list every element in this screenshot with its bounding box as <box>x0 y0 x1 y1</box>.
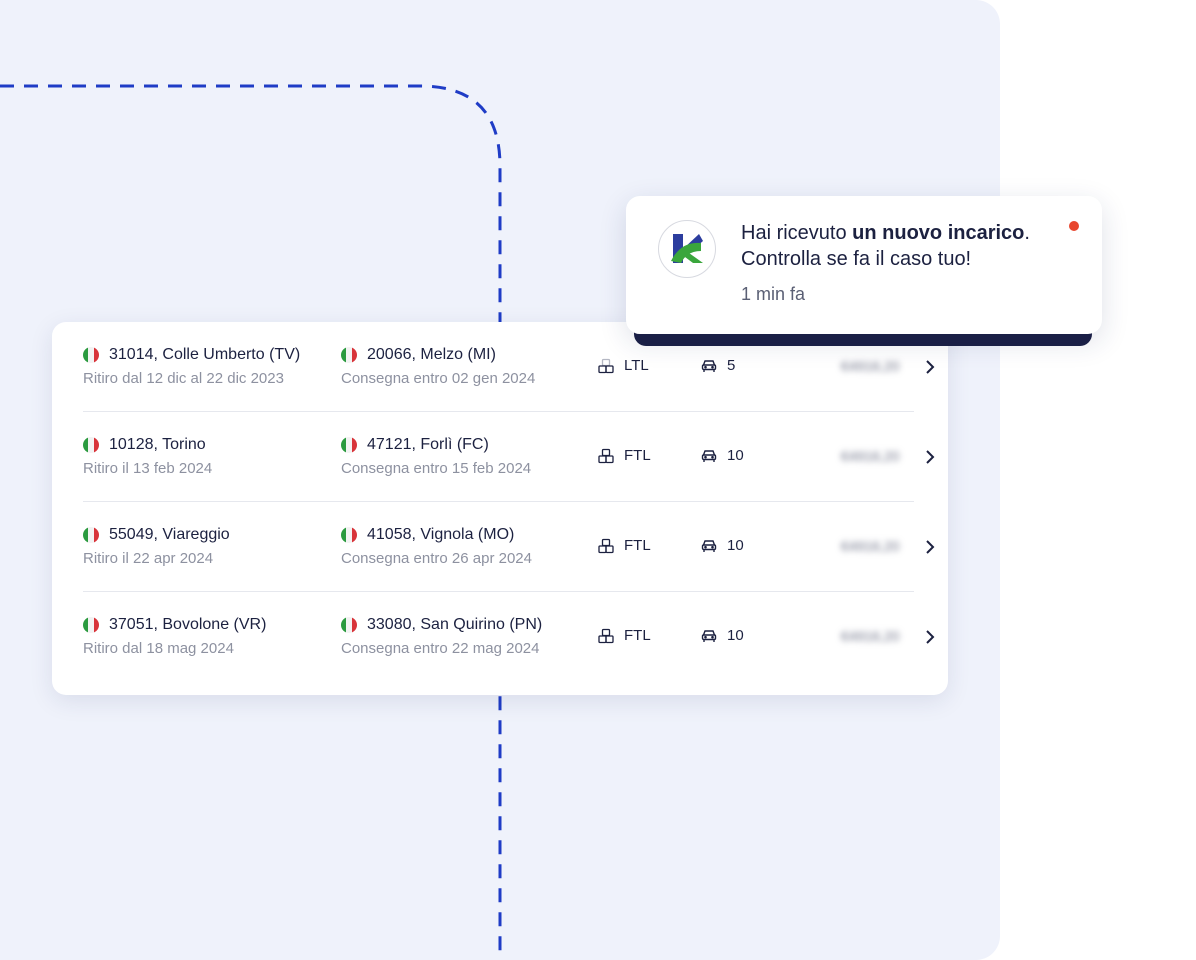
destination-cell: 47121, Forlì (FC) Consegna entro 15 feb … <box>341 434 531 477</box>
destination-place: 41058, Vignola (MO) <box>367 526 515 543</box>
chevron-right-icon[interactable] <box>923 448 937 466</box>
delivery-date: Consegna entro 26 apr 2024 <box>341 550 532 567</box>
destination-cell: 20066, Melzo (MI) Consegna entro 02 gen … <box>341 344 535 387</box>
destination-place: 33080, San Quirino (PN) <box>367 616 543 633</box>
chevron-right-icon[interactable] <box>923 538 937 556</box>
origin-cell: 10128, Torino Ritiro il 13 feb 2024 <box>83 434 212 477</box>
shipment-row[interactable]: 37051, Bovolone (VR) Ritiro dal 18 mag 2… <box>83 592 935 682</box>
italy-flag-icon <box>341 437 357 453</box>
boxes-full-icon <box>598 628 614 643</box>
load-type-label: FTL <box>624 627 651 644</box>
italy-flag-icon <box>83 347 99 363</box>
vehicle-count-value: 10 <box>727 447 744 464</box>
vehicle-count: 10 <box>701 447 744 464</box>
vehicle-count: 10 <box>701 537 744 554</box>
italy-flag-icon <box>341 347 357 363</box>
vehicle-count-value: 10 <box>727 627 744 644</box>
pickup-date: Ritiro il 22 apr 2024 <box>83 550 214 567</box>
origin-place: 31014, Colle Umberto (TV) <box>109 346 301 363</box>
car-icon <box>701 629 717 642</box>
load-type: FTL <box>598 447 651 464</box>
italy-flag-icon <box>341 527 357 543</box>
chevron-right-icon[interactable] <box>923 358 937 376</box>
price-blurred: €4916,20 <box>841 538 900 554</box>
message-text-start: Hai ricevuto <box>741 222 853 244</box>
destination-cell: 33080, San Quirino (PN) Consegna entro 2… <box>341 614 542 657</box>
chevron-right-icon[interactable] <box>923 628 937 646</box>
vehicle-count-value: 5 <box>727 357 736 374</box>
car-icon <box>701 449 717 462</box>
message-highlight: un nuovo incarico <box>852 222 1025 244</box>
shipment-list: 31014, Colle Umberto (TV) Ritiro dal 12 … <box>52 322 948 695</box>
shipment-row[interactable]: 55049, Viareggio Ritiro il 22 apr 2024 4… <box>83 502 935 592</box>
vehicle-count: 5 <box>701 357 735 374</box>
load-type-label: FTL <box>624 537 651 554</box>
notification-toast[interactable]: Hai ricevuto un nuovo incarico. Controll… <box>626 196 1102 334</box>
car-icon <box>701 359 717 372</box>
vehicle-count-value: 10 <box>727 537 744 554</box>
italy-flag-icon <box>83 527 99 543</box>
pickup-date: Ritiro dal 18 mag 2024 <box>83 640 234 657</box>
car-icon <box>701 539 717 552</box>
load-type-label: LTL <box>624 357 649 374</box>
boxes-full-icon <box>598 448 614 463</box>
message-line-2: Controlla se fa il caso tuo! <box>741 248 972 270</box>
destination-cell: 41058, Vignola (MO) Consegna entro 26 ap… <box>341 524 532 567</box>
pickup-date: Ritiro il 13 feb 2024 <box>83 460 213 477</box>
vehicle-count: 10 <box>701 627 744 644</box>
delivery-date: Consegna entro 22 mag 2024 <box>341 640 540 657</box>
load-type: FTL <box>598 537 651 554</box>
origin-cell: 37051, Bovolone (VR) Ritiro dal 18 mag 2… <box>83 614 266 657</box>
load-type-label: FTL <box>624 447 651 464</box>
pickup-date: Ritiro dal 12 dic al 22 dic 2023 <box>83 370 284 387</box>
notification-time: 1 min fa <box>741 284 806 304</box>
price-blurred: €4916,20 <box>841 358 900 374</box>
origin-place: 37051, Bovolone (VR) <box>109 616 267 633</box>
origin-place: 10128, Torino <box>109 436 206 453</box>
italy-flag-icon <box>83 437 99 453</box>
origin-cell: 55049, Viareggio Ritiro il 22 apr 2024 <box>83 524 230 567</box>
notification-message: Hai ricevuto un nuovo incarico. Controll… <box>741 220 1071 272</box>
message-text-end: . <box>1024 222 1030 244</box>
canvas: 31014, Colle Umberto (TV) Ritiro dal 12 … <box>0 0 1196 960</box>
destination-place: 47121, Forlì (FC) <box>367 436 489 453</box>
delivery-date: Consegna entro 02 gen 2024 <box>341 370 536 387</box>
origin-place: 55049, Viareggio <box>109 526 230 543</box>
shipment-row[interactable]: 10128, Torino Ritiro il 13 feb 2024 4712… <box>83 412 935 502</box>
boxes-partial-icon <box>598 358 614 373</box>
load-type: FTL <box>598 627 651 644</box>
load-type: LTL <box>598 357 649 374</box>
origin-cell: 31014, Colle Umberto (TV) Ritiro dal 12 … <box>83 344 300 387</box>
boxes-full-icon <box>598 538 614 553</box>
price-blurred: €4916,20 <box>841 448 900 464</box>
italy-flag-icon <box>341 617 357 633</box>
delivery-date: Consegna entro 15 feb 2024 <box>341 460 532 477</box>
company-logo-icon <box>658 220 716 278</box>
price-blurred: €4916,20 <box>841 628 900 644</box>
italy-flag-icon <box>83 617 99 633</box>
destination-place: 20066, Melzo (MI) <box>367 346 496 363</box>
unread-dot-icon <box>1069 221 1079 231</box>
